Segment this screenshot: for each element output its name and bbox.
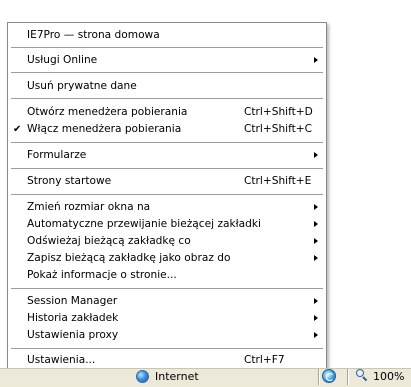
menu-item-label: Pokaż informacje o stronie... xyxy=(27,269,177,281)
menu-item-label: Włącz menedżera pobierania xyxy=(27,123,182,135)
menu-item-shortcut: Ctrl+F7 xyxy=(244,354,285,366)
menu-item-shortcut: Ctrl+Shift+E xyxy=(244,175,312,187)
zoom-level[interactable]: 100% xyxy=(373,370,404,384)
internet-zone-icon[interactable] xyxy=(136,370,149,383)
menu-item-ie7pro-home[interactable]: IE7Pro — strona domowa xyxy=(8,27,326,44)
menu-item-tab-history[interactable]: Historia zakładek xyxy=(8,310,326,327)
submenu-arrow-icon xyxy=(314,57,318,63)
menu-item-label: Formularze xyxy=(27,149,87,161)
menu-separator xyxy=(11,288,323,289)
menu-item-session-manager[interactable]: Session Manager xyxy=(8,293,326,310)
menu-item-save-tab-as-image[interactable]: Zapisz bieżącą zakładkę jako obraz do xyxy=(8,250,326,267)
submenu-arrow-icon xyxy=(314,221,318,227)
status-divider xyxy=(347,369,349,385)
menu-item-label: Odświeżaj bieżącą zakładkę co xyxy=(27,235,191,247)
submenu-arrow-icon xyxy=(314,315,318,321)
menu-separator xyxy=(11,72,323,73)
status-divider xyxy=(318,369,320,385)
menu-item-label: Historia zakładek xyxy=(27,312,119,324)
menu-separator xyxy=(11,142,323,143)
menu-item-label: Zmień rozmiar okna na xyxy=(27,201,151,213)
menu-item-resize-window[interactable]: Zmień rozmiar okna na xyxy=(8,199,326,216)
menu-item-enable-download-manager[interactable]: ✔ Włącz menedżera pobierania Ctrl+Shift+… xyxy=(8,121,326,138)
zoom-handle xyxy=(362,376,368,382)
zoom-icon[interactable] xyxy=(356,369,368,382)
menu-item-settings[interactable]: Ustawienia... Ctrl+F7 xyxy=(8,352,326,369)
menu-item-label: Ustawienia proxy xyxy=(27,329,119,341)
submenu-arrow-icon xyxy=(314,255,318,261)
status-bar xyxy=(0,368,411,387)
ie7pro-context-menu: IE7Pro — strona domowa Usługi Online Usu… xyxy=(7,22,327,370)
menu-item-label: Zapisz bieżącą zakładkę jako obraz do xyxy=(27,252,231,264)
menu-item-page-info[interactable]: Pokaż informacje o stronie... xyxy=(8,267,326,284)
menu-item-start-pages[interactable]: Strony startowe Ctrl+Shift+E xyxy=(8,173,326,190)
menu-item-proxy-settings[interactable]: Ustawienia proxy xyxy=(8,327,326,344)
menu-item-label: Session Manager xyxy=(27,295,118,307)
ie7pro-status-icon[interactable] xyxy=(322,369,336,383)
menu-item-shortcut: Ctrl+Shift+C xyxy=(244,123,313,135)
menu-item-label: Otwórz menedżera pobierania xyxy=(27,106,188,118)
submenu-arrow-icon xyxy=(314,152,318,158)
menu-item-label: Strony startowe xyxy=(27,175,112,187)
menu-item-label: Usługi Online xyxy=(27,54,98,66)
submenu-arrow-icon xyxy=(314,332,318,338)
menu-item-online-services[interactable]: Usługi Online xyxy=(8,52,326,69)
submenu-arrow-icon xyxy=(314,298,318,304)
menu-item-auto-scroll-tab[interactable]: Automatyczne przewijanie bieżącej zakład… xyxy=(8,216,326,233)
submenu-arrow-icon xyxy=(314,238,318,244)
menu-separator xyxy=(11,168,323,169)
menu-separator xyxy=(11,98,323,99)
menu-item-forms[interactable]: Formularze xyxy=(8,147,326,164)
menu-item-label: IE7Pro — strona domowa xyxy=(27,29,160,41)
security-zone-label: Internet xyxy=(155,370,199,383)
checkmark-icon: ✔ xyxy=(13,124,22,135)
menu-separator xyxy=(11,194,323,195)
menu-separator xyxy=(11,348,323,349)
submenu-arrow-icon xyxy=(314,204,318,210)
menu-item-clear-private-data[interactable]: Usuń prywatne dane xyxy=(8,78,326,95)
menu-item-refresh-tab-every[interactable]: Odświeżaj bieżącą zakładkę co xyxy=(8,233,326,250)
menu-separator xyxy=(11,47,323,48)
menu-item-label: Usuń prywatne dane xyxy=(27,80,137,92)
menu-item-label: Automatyczne przewijanie bieżącej zakład… xyxy=(27,218,261,230)
menu-item-shortcut: Ctrl+Shift+D xyxy=(244,106,313,118)
menu-item-label: Ustawienia... xyxy=(27,354,96,366)
menu-item-open-download-manager[interactable]: Otwórz menedżera pobierania Ctrl+Shift+D xyxy=(8,104,326,121)
